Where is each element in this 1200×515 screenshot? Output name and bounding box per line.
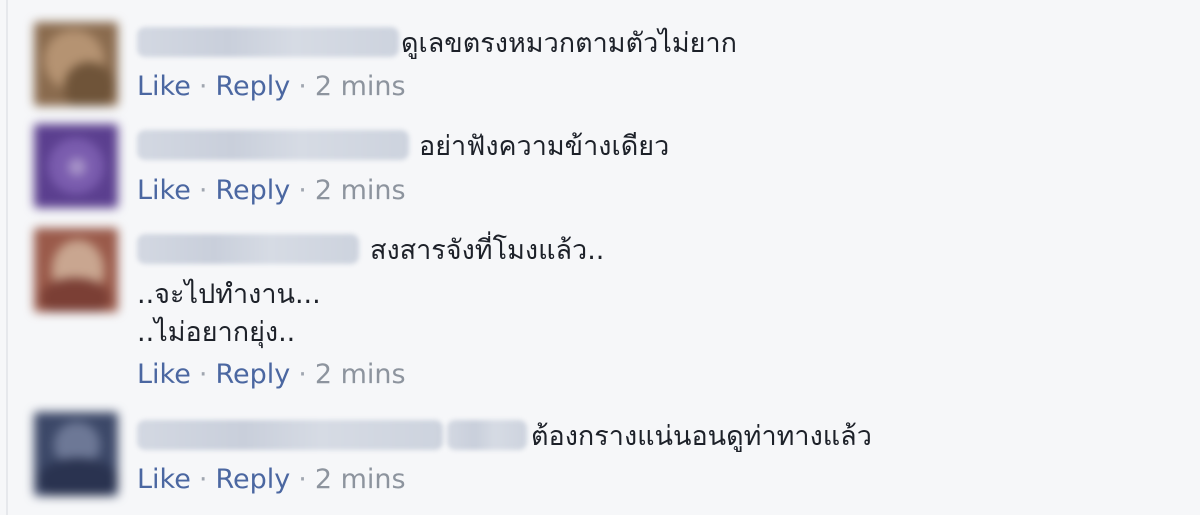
comment-text-line: ..จะไปทำงาน... [137, 279, 321, 310]
commenter-name-redacted[interactable] [137, 27, 399, 57]
commenter-name-redacted[interactable] [137, 130, 409, 160]
commenter-avatar[interactable] [34, 412, 118, 496]
commenter-name-redacted[interactable] [137, 234, 359, 264]
like-link[interactable]: Like [137, 175, 191, 206]
separator: · [298, 71, 307, 102]
commenter-name-redacted[interactable] [137, 420, 443, 450]
separator: · [298, 175, 307, 206]
separator: · [198, 175, 208, 206]
comment-text-line: ..ไม่อยากยุ่ง.. [137, 317, 296, 348]
comment-text: ดูเลขตรงหมวกตามตัวไม่ยาก [401, 28, 737, 59]
timestamp[interactable]: 2 mins [315, 71, 406, 102]
like-link[interactable]: Like [137, 359, 191, 390]
separator: · [298, 464, 307, 495]
reply-link[interactable]: Reply [215, 71, 290, 102]
timestamp[interactable]: 2 mins [315, 464, 406, 495]
comment-actions: Like · Reply · 2 mins [137, 463, 406, 497]
reply-link[interactable]: Reply [215, 175, 290, 206]
separator: · [298, 359, 307, 390]
tagged-name-redacted[interactable] [447, 420, 527, 450]
separator: · [198, 71, 208, 102]
comment-text: ต้องกรางแน่นอนดูท่าทางแล้ว [531, 421, 872, 452]
thread-rule [6, 0, 8, 515]
comment-actions: Like · Reply · 2 mins [137, 174, 406, 208]
comment-actions: Like · Reply · 2 mins [137, 358, 406, 392]
timestamp[interactable]: 2 mins [315, 359, 406, 390]
like-link[interactable]: Like [137, 464, 191, 495]
comment-actions: Like · Reply · 2 mins [137, 70, 406, 104]
timestamp[interactable]: 2 mins [315, 175, 406, 206]
commenter-avatar[interactable] [34, 228, 118, 312]
separator: · [198, 464, 208, 495]
reply-link[interactable]: Reply [215, 464, 290, 495]
commenter-avatar[interactable] [34, 124, 118, 208]
like-link[interactable]: Like [137, 71, 191, 102]
reply-link[interactable]: Reply [215, 359, 290, 390]
comment-text: สงสารจังที่โมงแล้ว.. [370, 235, 605, 266]
commenter-avatar[interactable] [34, 22, 118, 106]
comment-text: อย่าฟังความข้างเดียว [419, 131, 670, 162]
separator: · [198, 359, 208, 390]
